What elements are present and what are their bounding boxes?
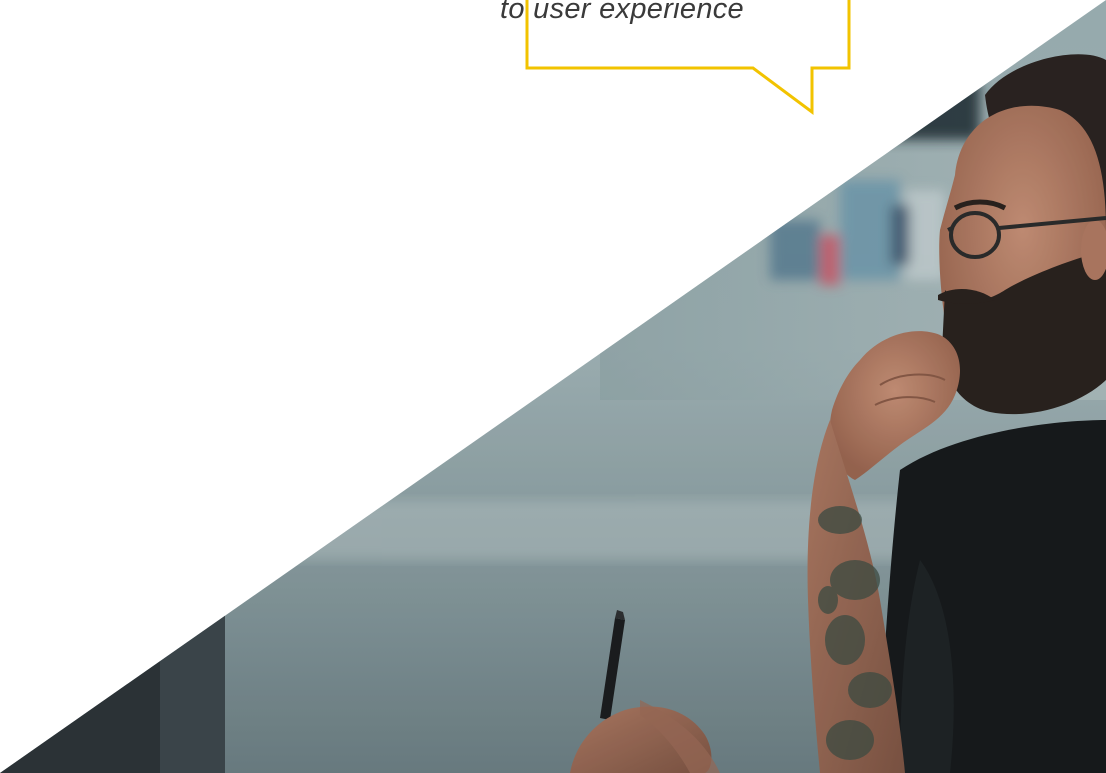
hero-photo	[0, 0, 1106, 773]
hero-photo-illustration	[0, 0, 1106, 773]
page: to user experience	[0, 0, 1106, 773]
speech-bubble-text: to user experience	[500, 0, 744, 25]
